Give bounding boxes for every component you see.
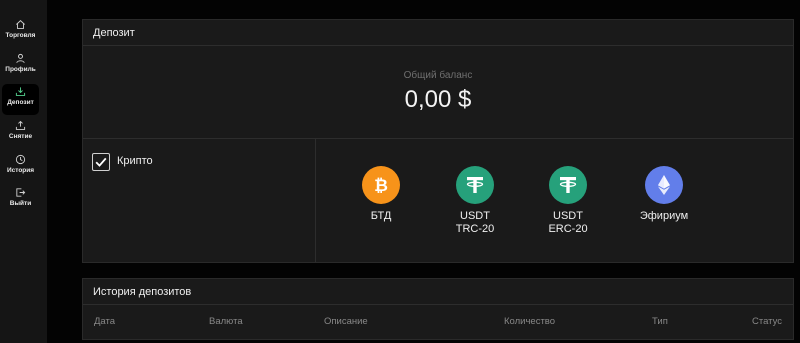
history-title: История депозитов xyxy=(83,279,793,305)
coin-usdt-erc20[interactable]: USDT ERC-20 xyxy=(528,166,608,236)
home-icon xyxy=(16,20,25,29)
tether-icon xyxy=(549,166,587,204)
crypto-label: Крипто xyxy=(117,155,153,167)
sidebar-item-profile[interactable]: Профиль xyxy=(2,51,39,82)
clock-icon xyxy=(15,154,26,165)
column-header-type[interactable]: Тип xyxy=(652,316,668,327)
checkmark-icon xyxy=(95,157,107,167)
deposit-icon xyxy=(15,87,26,96)
ethereum-icon xyxy=(645,166,683,204)
deposit-panel: Депозит Общий баланс 0,00 $ Крипто ₿ БТД… xyxy=(82,19,794,263)
bitcoin-icon: ₿ xyxy=(362,166,400,204)
withdraw-icon xyxy=(15,120,26,130)
column-header-date[interactable]: Дата xyxy=(94,316,115,327)
sidebar-item-label: Депозит xyxy=(7,99,34,106)
balance-value: 0,00 $ xyxy=(404,86,472,113)
coin-btc[interactable]: ₿ БТД xyxy=(341,166,421,223)
sidebar-item-label: Торговля xyxy=(5,32,36,39)
coin-label: БТД xyxy=(370,210,392,222)
divider xyxy=(83,138,793,139)
sidebar-item-label: История xyxy=(6,167,35,174)
coin-usdt-trc20[interactable]: USDT TRC-20 xyxy=(435,166,515,236)
coin-label: Эфириум xyxy=(639,210,689,222)
logout-icon xyxy=(16,188,26,197)
sidebar-item-label: Выйти xyxy=(9,200,32,207)
divider xyxy=(315,139,316,262)
sidebar-item-trading[interactable]: Торговля xyxy=(2,17,39,48)
balance-label: Общий баланс xyxy=(403,70,473,81)
user-icon xyxy=(16,53,25,64)
svg-text:₿: ₿ xyxy=(374,176,388,196)
deposit-history-panel: История депозитов Дата Валюта Описание К… xyxy=(82,278,794,340)
crypto-checkbox[interactable] xyxy=(92,153,110,171)
column-header-status[interactable]: Статус xyxy=(752,316,782,327)
column-header-description[interactable]: Описание xyxy=(324,316,368,327)
coin-label: USDT ERC-20 xyxy=(548,210,588,235)
sidebar: Торговля Профиль Депозит Снятие История … xyxy=(0,0,47,343)
sidebar-item-label: Снятие xyxy=(8,133,33,140)
tether-icon xyxy=(456,166,494,204)
coin-ethereum[interactable]: Эфириум xyxy=(624,166,704,223)
sidebar-item-history[interactable]: История xyxy=(2,152,39,183)
column-header-amount[interactable]: Количество xyxy=(504,316,555,327)
column-header-currency[interactable]: Валюта xyxy=(209,316,243,327)
coin-label: USDT TRC-20 xyxy=(455,210,495,235)
deposit-title: Депозит xyxy=(83,20,793,46)
sidebar-item-logout[interactable]: Выйти xyxy=(2,185,39,216)
sidebar-item-deposit[interactable]: Депозит xyxy=(2,84,39,115)
sidebar-item-label: Профиль xyxy=(5,66,36,73)
sidebar-item-withdraw[interactable]: Снятие xyxy=(2,118,39,149)
